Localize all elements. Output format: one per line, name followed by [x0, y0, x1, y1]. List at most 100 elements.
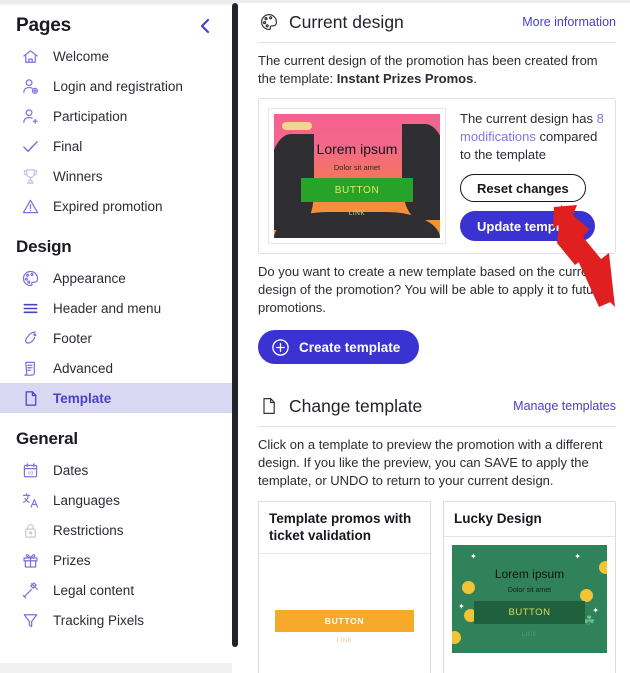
sidebar-item-label: Welcome [53, 48, 110, 64]
gavel-icon [20, 580, 41, 601]
sidebar-item-expired-promotion[interactable]: Expired promotion [0, 191, 232, 221]
sidebar-item-label: Restrictions [53, 522, 124, 538]
template-preview-button: BUTTON [275, 610, 414, 632]
sidebar-group-pages: Welcome Login and registration Participa… [0, 41, 232, 221]
svg-text:03: 03 [28, 470, 34, 476]
sidebar-item-label: Expired promotion [53, 198, 163, 214]
change-template-section: Change template Manage templates Click o… [258, 384, 616, 673]
sidebar-item-appearance[interactable]: Appearance [0, 263, 232, 293]
change-template-header: Change template Manage templates [258, 384, 616, 427]
main-panel: Current design More information The curr… [244, 0, 630, 673]
sparkle-decor: ✦ [470, 552, 477, 561]
sidebar-item-label: Appearance [53, 270, 126, 286]
sidebar-item-label: Languages [53, 492, 120, 508]
sparkle-decor: ✦ [458, 602, 465, 611]
sidebar-item-label: Dates [53, 462, 89, 478]
user-login-icon [20, 76, 41, 97]
template-card[interactable]: Lucky Design ✦ ✦ ✦ ✦ ☘ Lorem ipsum Dolor… [443, 501, 616, 673]
thumbnail-title: Lorem ipsum [316, 141, 398, 157]
panel-scrollbar[interactable] [232, 3, 238, 647]
footer-icon [20, 328, 41, 349]
current-design-details: The current design has 8 modifications c… [460, 108, 606, 244]
sidebar-item-footer[interactable]: Footer [0, 323, 232, 353]
thumbnail-canvas: Lorem ipsum Dolor sit amet BUTTON LINK [274, 114, 440, 238]
reset-changes-button[interactable]: Reset changes [460, 174, 586, 202]
sidebar-item-label: Winners [53, 168, 103, 184]
template-preview-link: LINK [521, 632, 538, 638]
sidebar: Pages Welcome Login and registration Par… [0, 5, 232, 663]
description-suffix: . [473, 71, 477, 86]
chevron-left-icon[interactable] [194, 15, 216, 37]
sidebar-item-label: Advanced [53, 360, 114, 376]
sidebar-item-label: Participation [53, 108, 128, 124]
translate-icon [20, 490, 41, 511]
template-card-body: ✦ ✦ ✦ ✦ ☘ Lorem ipsum Dolor sit amet BUT… [444, 537, 615, 661]
create-template-button[interactable]: Create template [258, 330, 420, 364]
sidebar-item-restrictions[interactable]: Restrictions [0, 515, 232, 545]
change-template-description: Click on a template to preview the promo… [258, 437, 603, 488]
change-template-header-left: Change template [258, 395, 422, 417]
sidebar-item-label: Footer [53, 330, 93, 346]
sidebar-header: Pages [0, 5, 232, 41]
sidebar-item-label: Template [53, 390, 112, 406]
current-design-description: The current design of the promotion has … [258, 43, 616, 88]
sidebar-item-legal-content[interactable]: Legal content [0, 575, 232, 605]
template-preview-white: BUTTON LINK [267, 562, 422, 670]
status-prefix: The current design has [460, 111, 597, 126]
template-preview-link: LINK [336, 638, 353, 644]
sidebar-item-languages[interactable]: Languages [0, 485, 232, 515]
template-preview-subtitle: Dolor sit amet [507, 587, 552, 594]
sidebar-item-template[interactable]: Template [0, 383, 232, 413]
current-design-box: Lorem ipsum Dolor sit amet BUTTON LINK T… [258, 98, 616, 254]
sidebar-item-prizes[interactable]: Prizes [0, 545, 232, 575]
sidebar-item-login-and-registration[interactable]: Login and registration [0, 71, 232, 101]
document-settings-icon [20, 358, 41, 379]
sidebar-item-label: Legal content [53, 582, 135, 598]
user-add-icon [20, 106, 41, 127]
clover-decor: ☘ [583, 613, 595, 628]
update-template-button[interactable]: Update template [460, 211, 596, 241]
more-information-link[interactable]: More information [522, 15, 616, 29]
template-preview-green: ✦ ✦ ✦ ✦ ☘ Lorem ipsum Dolor sit amet BUT… [452, 545, 607, 653]
sidebar-item-advanced[interactable]: Advanced [0, 353, 232, 383]
trophy-icon [20, 166, 41, 187]
current-design-thumbnail[interactable]: Lorem ipsum Dolor sit amet BUTTON LINK [268, 108, 446, 244]
sidebar-group-design: Appearance Header and menu Footer Advanc… [0, 263, 232, 413]
template-preview-button: BUTTON [474, 601, 585, 624]
lock-icon [20, 520, 41, 541]
page-icon [20, 388, 41, 409]
cloud-decor [282, 122, 312, 130]
sidebar-section-general: General [16, 429, 78, 448]
template-card-title: Lucky Design [444, 502, 615, 537]
current-design-header-left: Current design [258, 11, 404, 33]
thumbnail-button: BUTTON [301, 178, 413, 202]
palm-right-decor [402, 124, 440, 220]
sidebar-section-design: Design [16, 237, 72, 256]
sidebar-item-tracking-pixels[interactable]: Tracking Pixels [0, 605, 232, 635]
sparkle-decor: ✦ [574, 552, 581, 561]
template-grid: Template promos with ticket validation B… [258, 501, 616, 673]
calendar-icon: 03 [20, 460, 41, 481]
current-design-header: Current design More information [258, 0, 616, 43]
check-icon [20, 136, 41, 157]
template-card-title: Template promos with ticket validation [259, 502, 430, 554]
funnel-icon [20, 610, 41, 631]
page-icon [258, 395, 280, 417]
sidebar-item-participation[interactable]: Participation [0, 101, 232, 131]
thumbnail-subtitle: Dolor sit amet [333, 163, 381, 172]
sidebar-item-winners[interactable]: Winners [0, 161, 232, 191]
sidebar-item-header-and-menu[interactable]: Header and menu [0, 293, 232, 323]
sidebar-item-label: Login and registration [53, 78, 183, 94]
current-design-title: Current design [289, 11, 404, 32]
create-template-label: Create template [299, 339, 401, 355]
change-template-title: Change template [289, 395, 423, 416]
sidebar-item-welcome[interactable]: Welcome [0, 41, 232, 71]
manage-templates-link[interactable]: Manage templates [513, 399, 616, 413]
current-design-section: Current design More information The curr… [258, 0, 616, 364]
sidebar-group-general: 03 Dates Languages Restrictions Prizes L… [0, 455, 232, 635]
sidebar-item-dates[interactable]: 03 Dates [0, 455, 232, 485]
sidebar-item-final[interactable]: Final [0, 131, 232, 161]
template-card[interactable]: Template promos with ticket validation B… [258, 501, 431, 673]
template-preview-title: Lorem ipsum [494, 567, 565, 581]
sidebar-item-label: Header and menu [53, 300, 162, 316]
